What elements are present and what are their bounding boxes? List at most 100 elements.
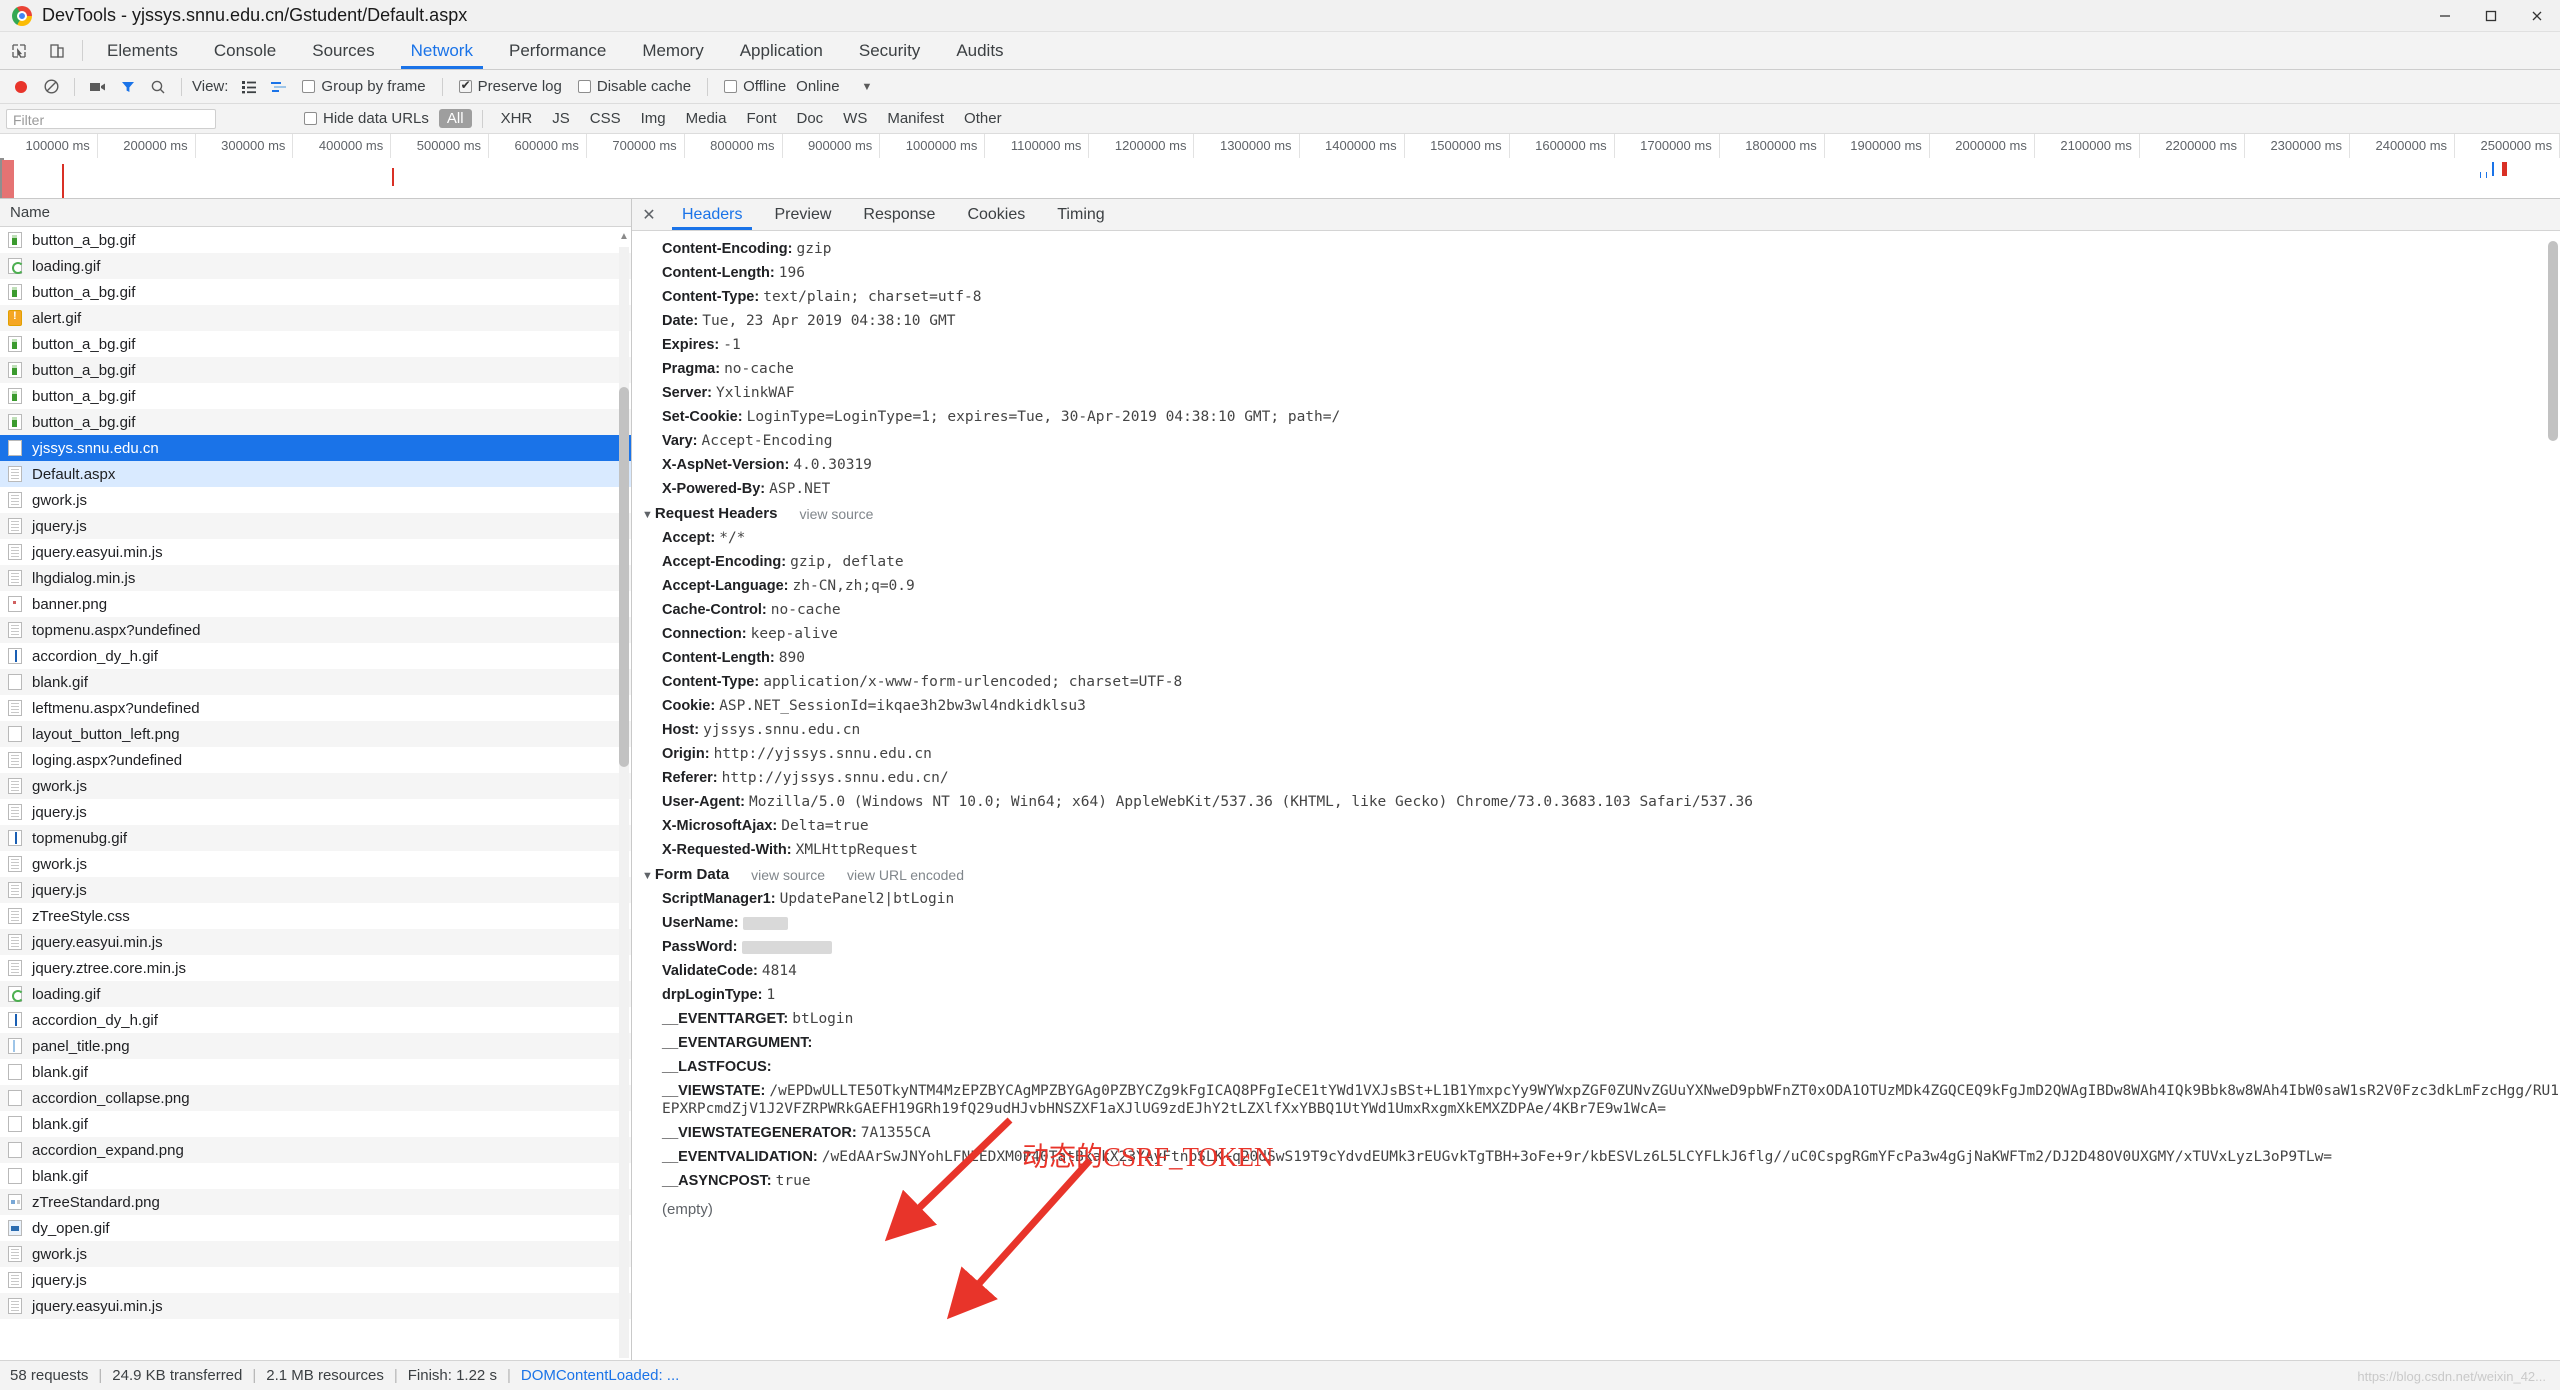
maximize-button[interactable] (2468, 0, 2514, 32)
minimize-button[interactable] (2422, 0, 2468, 32)
request-row[interactable]: jquery.js (0, 1267, 631, 1293)
status-domcontentloaded[interactable]: DOMContentLoaded: ... (521, 1367, 679, 1384)
type-filter-js[interactable]: JS (544, 109, 578, 128)
group-by-frame-checkbox[interactable]: Group by frame (302, 78, 426, 95)
preserve-log-checkbox[interactable]: Preserve log (458, 78, 562, 95)
request-row[interactable]: topmenubg.gif (0, 825, 631, 851)
network-overview[interactable]: 100000 ms 200000 ms 300000 ms 400000 ms 5000… (0, 134, 2560, 199)
view-source-link[interactable]: view source (799, 506, 873, 522)
inspect-element-icon[interactable] (0, 32, 38, 69)
request-row[interactable]: jquery.js (0, 513, 631, 539)
type-filter-other[interactable]: Other (956, 109, 1010, 128)
request-row[interactable]: banner.png (0, 591, 631, 617)
request-row[interactable]: jquery.ztree.core.min.js (0, 955, 631, 981)
request-row[interactable]: button_a_bg.gif (0, 227, 631, 253)
request-row[interactable]: jquery.js (0, 799, 631, 825)
tab-memory[interactable]: Memory (624, 32, 721, 69)
chevron-down-icon[interactable]: ▼ (642, 870, 653, 882)
device-toolbar-icon[interactable] (38, 32, 76, 69)
request-row[interactable]: gwork.js (0, 773, 631, 799)
tab-audits[interactable]: Audits (938, 32, 1021, 69)
request-row[interactable]: lhgdialog.min.js (0, 565, 631, 591)
request-list-header[interactable]: Name (0, 199, 631, 227)
tab-sources[interactable]: Sources (294, 32, 392, 69)
request-row[interactable]: loading.gif (0, 981, 631, 1007)
request-row[interactable]: zTreeStyle.css (0, 903, 631, 929)
capture-screenshots-icon[interactable] (83, 74, 113, 100)
chevron-down-icon[interactable]: ▼ (642, 509, 653, 521)
tab-console[interactable]: Console (196, 32, 294, 69)
tab-application[interactable]: Application (722, 32, 841, 69)
request-list-body[interactable]: button_a_bg.gif loading.gif button_a_bg.gi… (0, 227, 631, 1360)
request-row[interactable]: button_a_bg.gif (0, 331, 631, 357)
view-url-encoded-link[interactable]: view URL encoded (847, 867, 964, 883)
detail-scrollbar-thumb[interactable] (2548, 241, 2558, 441)
request-row[interactable]: jquery.easyui.min.js (0, 1293, 631, 1319)
request-row[interactable]: Default.aspx (0, 461, 631, 487)
tab-security[interactable]: Security (841, 32, 938, 69)
clear-icon[interactable] (36, 74, 66, 100)
request-row[interactable]: panel_title.png (0, 1033, 631, 1059)
type-filter-font[interactable]: Font (738, 109, 784, 128)
list-view-icon[interactable] (234, 74, 264, 100)
request-row[interactable]: jquery.easyui.min.js (0, 929, 631, 955)
request-row[interactable]: jquery.easyui.min.js (0, 539, 631, 565)
request-row[interactable]: accordion_expand.png (0, 1137, 631, 1163)
detail-tab-response[interactable]: Response (847, 199, 951, 230)
request-headers-section-title[interactable]: ▼ Request Headers view source (632, 501, 2560, 526)
request-row[interactable]: gwork.js (0, 851, 631, 877)
type-filter-xhr[interactable]: XHR (493, 109, 541, 128)
scroll-up-arrow[interactable]: ▲ (618, 231, 630, 243)
chevron-down-icon[interactable]: ▼ (862, 81, 873, 93)
request-row[interactable]: button_a_bg.gif (0, 279, 631, 305)
close-button[interactable] (2514, 0, 2560, 32)
tab-performance[interactable]: Performance (491, 32, 624, 69)
request-row[interactable]: accordion_collapse.png (0, 1085, 631, 1111)
form-data-section-title[interactable]: ▼ Form Data view source view URL encoded (632, 862, 2560, 887)
type-filter-media[interactable]: Media (678, 109, 735, 128)
disable-cache-checkbox[interactable]: Disable cache (577, 78, 691, 95)
type-filter-css[interactable]: CSS (582, 109, 629, 128)
view-source-link[interactable]: view source (751, 867, 825, 883)
request-row[interactable]: blank.gif (0, 1111, 631, 1137)
request-row[interactable]: accordion_dy_h.gif (0, 1007, 631, 1033)
request-row[interactable]: loading.gif (0, 253, 631, 279)
detail-tab-cookies[interactable]: Cookies (951, 199, 1041, 230)
request-row[interactable]: yjssys.snnu.edu.cn (0, 435, 631, 461)
request-row[interactable]: blank.gif (0, 1059, 631, 1085)
waterfall-view-icon[interactable] (264, 74, 294, 100)
tab-network[interactable]: Network (393, 32, 491, 69)
request-row[interactable]: dy_open.gif (0, 1215, 631, 1241)
headers-content[interactable]: Content-Encoding: gzip Content-Length: 19… (632, 231, 2560, 1360)
request-row[interactable]: button_a_bg.gif (0, 357, 631, 383)
request-row[interactable]: loging.aspx?undefined (0, 747, 631, 773)
type-filter-img[interactable]: Img (633, 109, 674, 128)
detail-tab-timing[interactable]: Timing (1041, 199, 1120, 230)
request-row[interactable]: leftmenu.aspx?undefined (0, 695, 631, 721)
close-detail-icon[interactable]: ✕ (632, 199, 666, 230)
request-row[interactable]: alert.gif (0, 305, 631, 331)
search-icon[interactable] (143, 74, 173, 100)
request-row[interactable]: gwork.js (0, 1241, 631, 1267)
request-row[interactable]: layout_button_left.png (0, 721, 631, 747)
detail-tab-preview[interactable]: Preview (758, 199, 847, 230)
throttling-value[interactable]: Online (796, 78, 839, 95)
type-filter-ws[interactable]: WS (835, 109, 875, 128)
offline-checkbox[interactable]: Offline (724, 78, 786, 95)
request-row[interactable]: button_a_bg.gif (0, 383, 631, 409)
record-icon[interactable] (6, 74, 36, 100)
request-row[interactable]: blank.gif (0, 669, 631, 695)
type-filter-manifest[interactable]: Manifest (879, 109, 952, 128)
request-row[interactable]: topmenu.aspx?undefined (0, 617, 631, 643)
request-row[interactable]: jquery.js (0, 877, 631, 903)
filter-input[interactable]: Filter (6, 108, 216, 129)
request-row[interactable]: blank.gif (0, 1163, 631, 1189)
type-filter-doc[interactable]: Doc (788, 109, 831, 128)
request-row[interactable]: zTreeStandard.png (0, 1189, 631, 1215)
request-row[interactable]: gwork.js (0, 487, 631, 513)
list-scrollbar-thumb[interactable] (619, 387, 629, 767)
tab-elements[interactable]: Elements (89, 32, 196, 69)
filter-icon[interactable] (113, 74, 143, 100)
request-row[interactable]: button_a_bg.gif (0, 409, 631, 435)
request-row[interactable]: accordion_dy_h.gif (0, 643, 631, 669)
